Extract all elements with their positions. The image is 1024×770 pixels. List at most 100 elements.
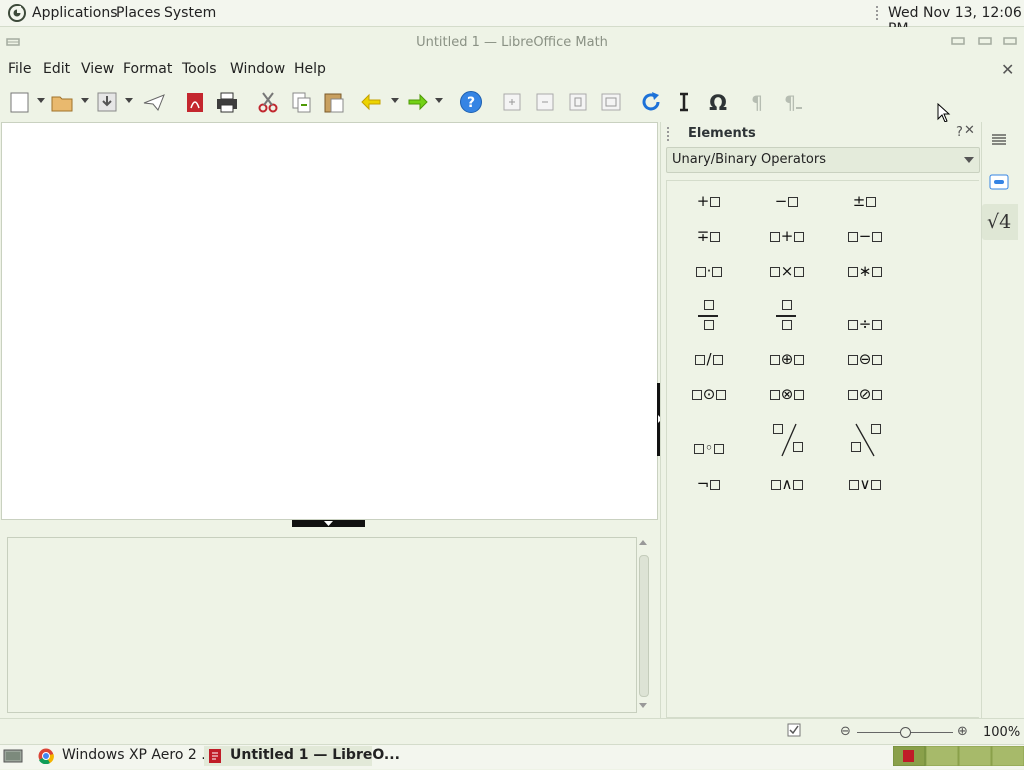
symbol-concatenate[interactable]: ◦ [684, 439, 734, 463]
omega-icon[interactable]: Ω [706, 90, 730, 115]
symbol-wideslash[interactable] [762, 420, 812, 460]
symbol-boolean-and[interactable]: ∧ [762, 475, 812, 499]
applications-menu[interactable]: Applications [32, 5, 118, 21]
symbol-division[interactable]: ÷ [840, 315, 890, 339]
new-icon[interactable] [8, 90, 32, 114]
symbol-plus-minus[interactable]: ± [840, 192, 890, 216]
cut-icon[interactable] [256, 90, 280, 114]
italic-icon[interactable] [672, 90, 696, 114]
show-all-icon[interactable] [566, 90, 590, 114]
send-icon[interactable] [142, 90, 166, 114]
elements-close-icon[interactable]: ✕ [964, 123, 975, 138]
undo-dropdown-icon[interactable] [391, 98, 399, 103]
menu-tools[interactable]: Tools [182, 61, 217, 77]
new-dropdown-icon[interactable] [37, 98, 45, 103]
symbol-circled-plus[interactable]: ⊕ [762, 350, 812, 374]
zoom-in-button[interactable]: ⊕ [957, 724, 968, 739]
symbol-minus-plus[interactable]: ∓ [684, 227, 734, 251]
menu-file[interactable]: File [8, 61, 31, 77]
symbol-slash[interactable]: / [684, 350, 734, 374]
window-title-bar: Untitled 1 — LibreOffice Math [0, 27, 1024, 57]
standard-toolbar: ? Ω ¶ ¶ [0, 84, 1024, 123]
elements-help-button[interactable]: ? [956, 125, 963, 140]
elements-category-dropdown[interactable]: Unary/Binary Operators [666, 147, 980, 173]
elements-category-value: Unary/Binary Operators [672, 152, 827, 167]
formula-document-view[interactable] [1, 122, 658, 520]
symbol-circled-minus[interactable]: ⊖ [840, 350, 890, 374]
show-desktop-icon[interactable] [3, 748, 23, 764]
zoom-slider-handle[interactable] [900, 727, 911, 738]
close-window-icon[interactable] [1003, 34, 1017, 48]
menu-window[interactable]: Window [230, 61, 285, 77]
symbol-multiplication-x[interactable]: × [762, 262, 812, 286]
update-icon[interactable] [639, 90, 663, 114]
gnome-foot-icon[interactable] [8, 4, 26, 22]
symbol-addition[interactable]: + [762, 227, 812, 251]
symbol-multiplication-dot[interactable]: · [684, 262, 734, 286]
places-menu[interactable]: Places [116, 5, 161, 21]
libreoffice-math-icon [208, 748, 222, 764]
system-menu[interactable]: System [164, 5, 216, 21]
symbol-boolean-not[interactable]: ¬ [684, 475, 734, 499]
workspace-switcher-icon[interactable] [892, 745, 1024, 767]
help-icon[interactable]: ? [459, 90, 483, 114]
open-dropdown-icon[interactable] [81, 98, 89, 103]
svg-text:¶: ¶ [784, 92, 796, 114]
chevron-down-icon[interactable] [964, 157, 974, 163]
zoom-in-icon[interactable] [500, 90, 524, 114]
copy-icon[interactable] [289, 90, 313, 114]
task-libreoffice-math-window[interactable]: Untitled 1 — LibreO... [204, 746, 400, 766]
symbol-minus[interactable]: − [762, 192, 812, 216]
menu-view[interactable]: View [81, 61, 114, 77]
symbol-fraction-wide[interactable] [762, 298, 812, 334]
undo-icon[interactable] [360, 90, 384, 114]
command-scrollbar-thumb[interactable] [639, 555, 649, 697]
symbol-subtraction[interactable]: − [840, 227, 890, 251]
chrome-icon [38, 748, 54, 765]
minimize-window-icon[interactable] [951, 34, 965, 48]
panel-grip-icon[interactable] [667, 127, 672, 141]
menu-help[interactable]: Help [294, 61, 326, 77]
zoom-out-icon[interactable] [533, 90, 557, 114]
save-dropdown-icon[interactable] [125, 98, 133, 103]
maximize-window-icon[interactable] [978, 34, 992, 48]
open-icon[interactable] [50, 90, 74, 114]
symbol-boolean-or[interactable]: ∨ [840, 475, 890, 499]
redo-icon[interactable] [405, 90, 429, 114]
symbol-circled-dot[interactable]: ⊙ [684, 385, 734, 409]
export-pdf-icon[interactable] [183, 90, 207, 114]
print-icon[interactable] [215, 90, 239, 114]
menu-bar: File Edit View Format Tools Window Help … [0, 57, 1024, 83]
mouse-pointer-icon [937, 102, 951, 123]
menu-edit[interactable]: Edit [43, 61, 70, 77]
zoom-percentage[interactable]: 100% [983, 725, 1020, 740]
symbol-plus[interactable]: + [684, 192, 734, 216]
zoom-out-button[interactable]: ⊖ [840, 724, 851, 739]
panel-separator [876, 6, 882, 20]
symbol-circled-times[interactable]: ⊗ [762, 385, 812, 409]
save-icon[interactable] [95, 90, 119, 114]
paste-icon[interactable] [322, 90, 346, 114]
top-panel: Applications Places System Wed Nov 13, 1… [0, 0, 1024, 37]
sidebar-menu-icon[interactable] [991, 133, 1007, 147]
formula-cursor-icon[interactable]: ¶ [745, 90, 769, 114]
task-label: Windows XP Aero 2 ... [62, 747, 215, 763]
command-pane-splitter[interactable] [292, 520, 365, 527]
symbol-circled-slash[interactable]: ⊘ [840, 385, 890, 409]
formula-command-input[interactable] [7, 537, 637, 713]
svg-text:¶: ¶ [751, 92, 763, 114]
close-document-icon[interactable]: ✕ [1001, 60, 1014, 79]
symbol-fraction[interactable] [684, 298, 734, 334]
document-modified-icon [787, 723, 801, 737]
elements-tab[interactable]: √4 [982, 204, 1018, 240]
properties-icon[interactable] [989, 173, 1009, 191]
zoom-fit-icon[interactable] [599, 90, 623, 114]
symbol-multiplication-star[interactable]: ∗ [840, 262, 890, 286]
svg-text:Ω: Ω [709, 91, 727, 114]
elements-panel-title: Elements [688, 126, 756, 141]
symbols-icon[interactable]: ¶ [780, 90, 804, 114]
task-chrome-window[interactable]: Windows XP Aero 2 ... [34, 746, 215, 766]
redo-dropdown-icon[interactable] [435, 98, 443, 103]
symbol-widebslash[interactable] [840, 420, 890, 460]
menu-format[interactable]: Format [123, 61, 172, 77]
